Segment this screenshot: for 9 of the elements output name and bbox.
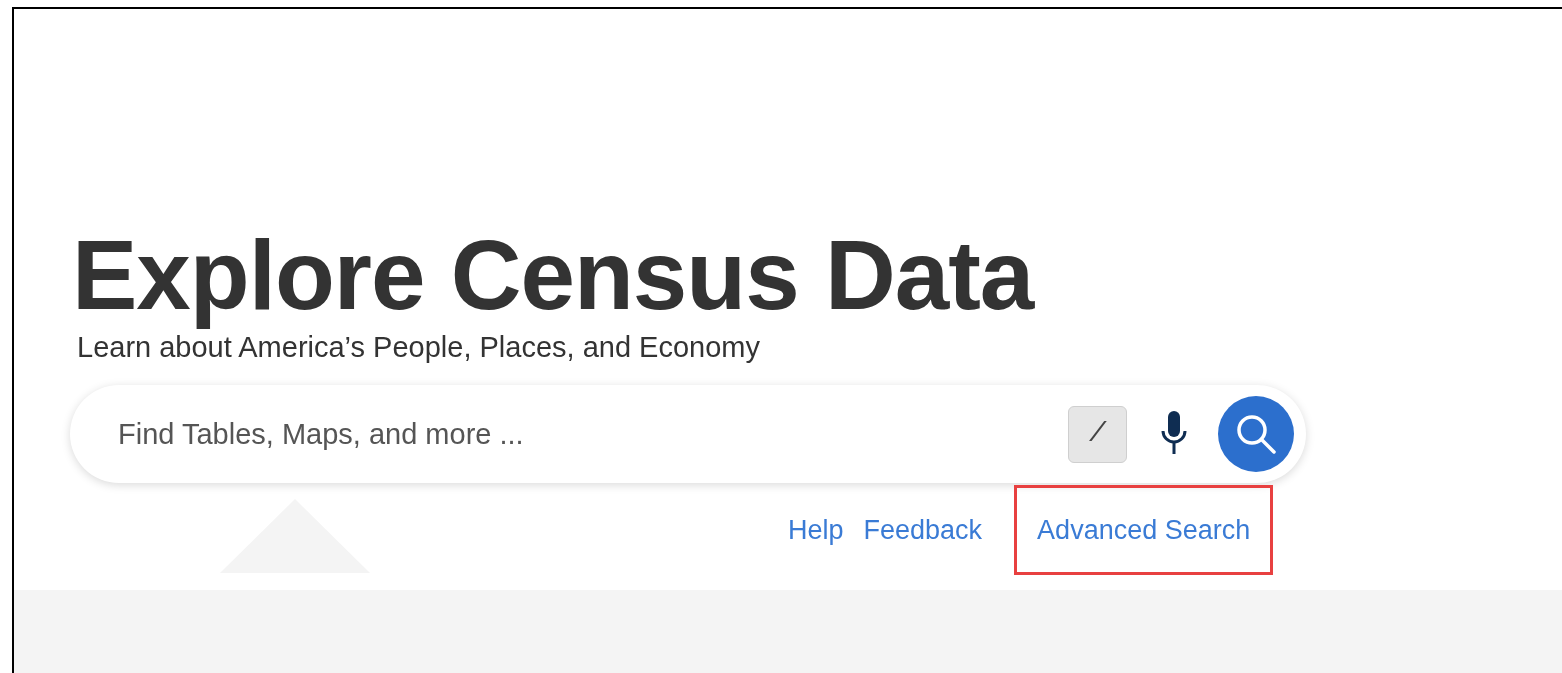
shortcut-key: / [1068, 405, 1127, 463]
link[interactable]: Advanced Search [1014, 484, 1274, 576]
search-icon [1235, 413, 1277, 455]
page-subheading: Learn about America’s People, Places, and Economy [77, 330, 760, 365]
search-button[interactable] [1218, 396, 1294, 472]
search-field[interactable]: Find Tables, Maps, and more ... [118, 404, 1068, 464]
microphone-icon [1161, 411, 1187, 457]
link[interactable]: Feedback [863, 484, 983, 576]
link[interactable]: Help [788, 484, 844, 576]
